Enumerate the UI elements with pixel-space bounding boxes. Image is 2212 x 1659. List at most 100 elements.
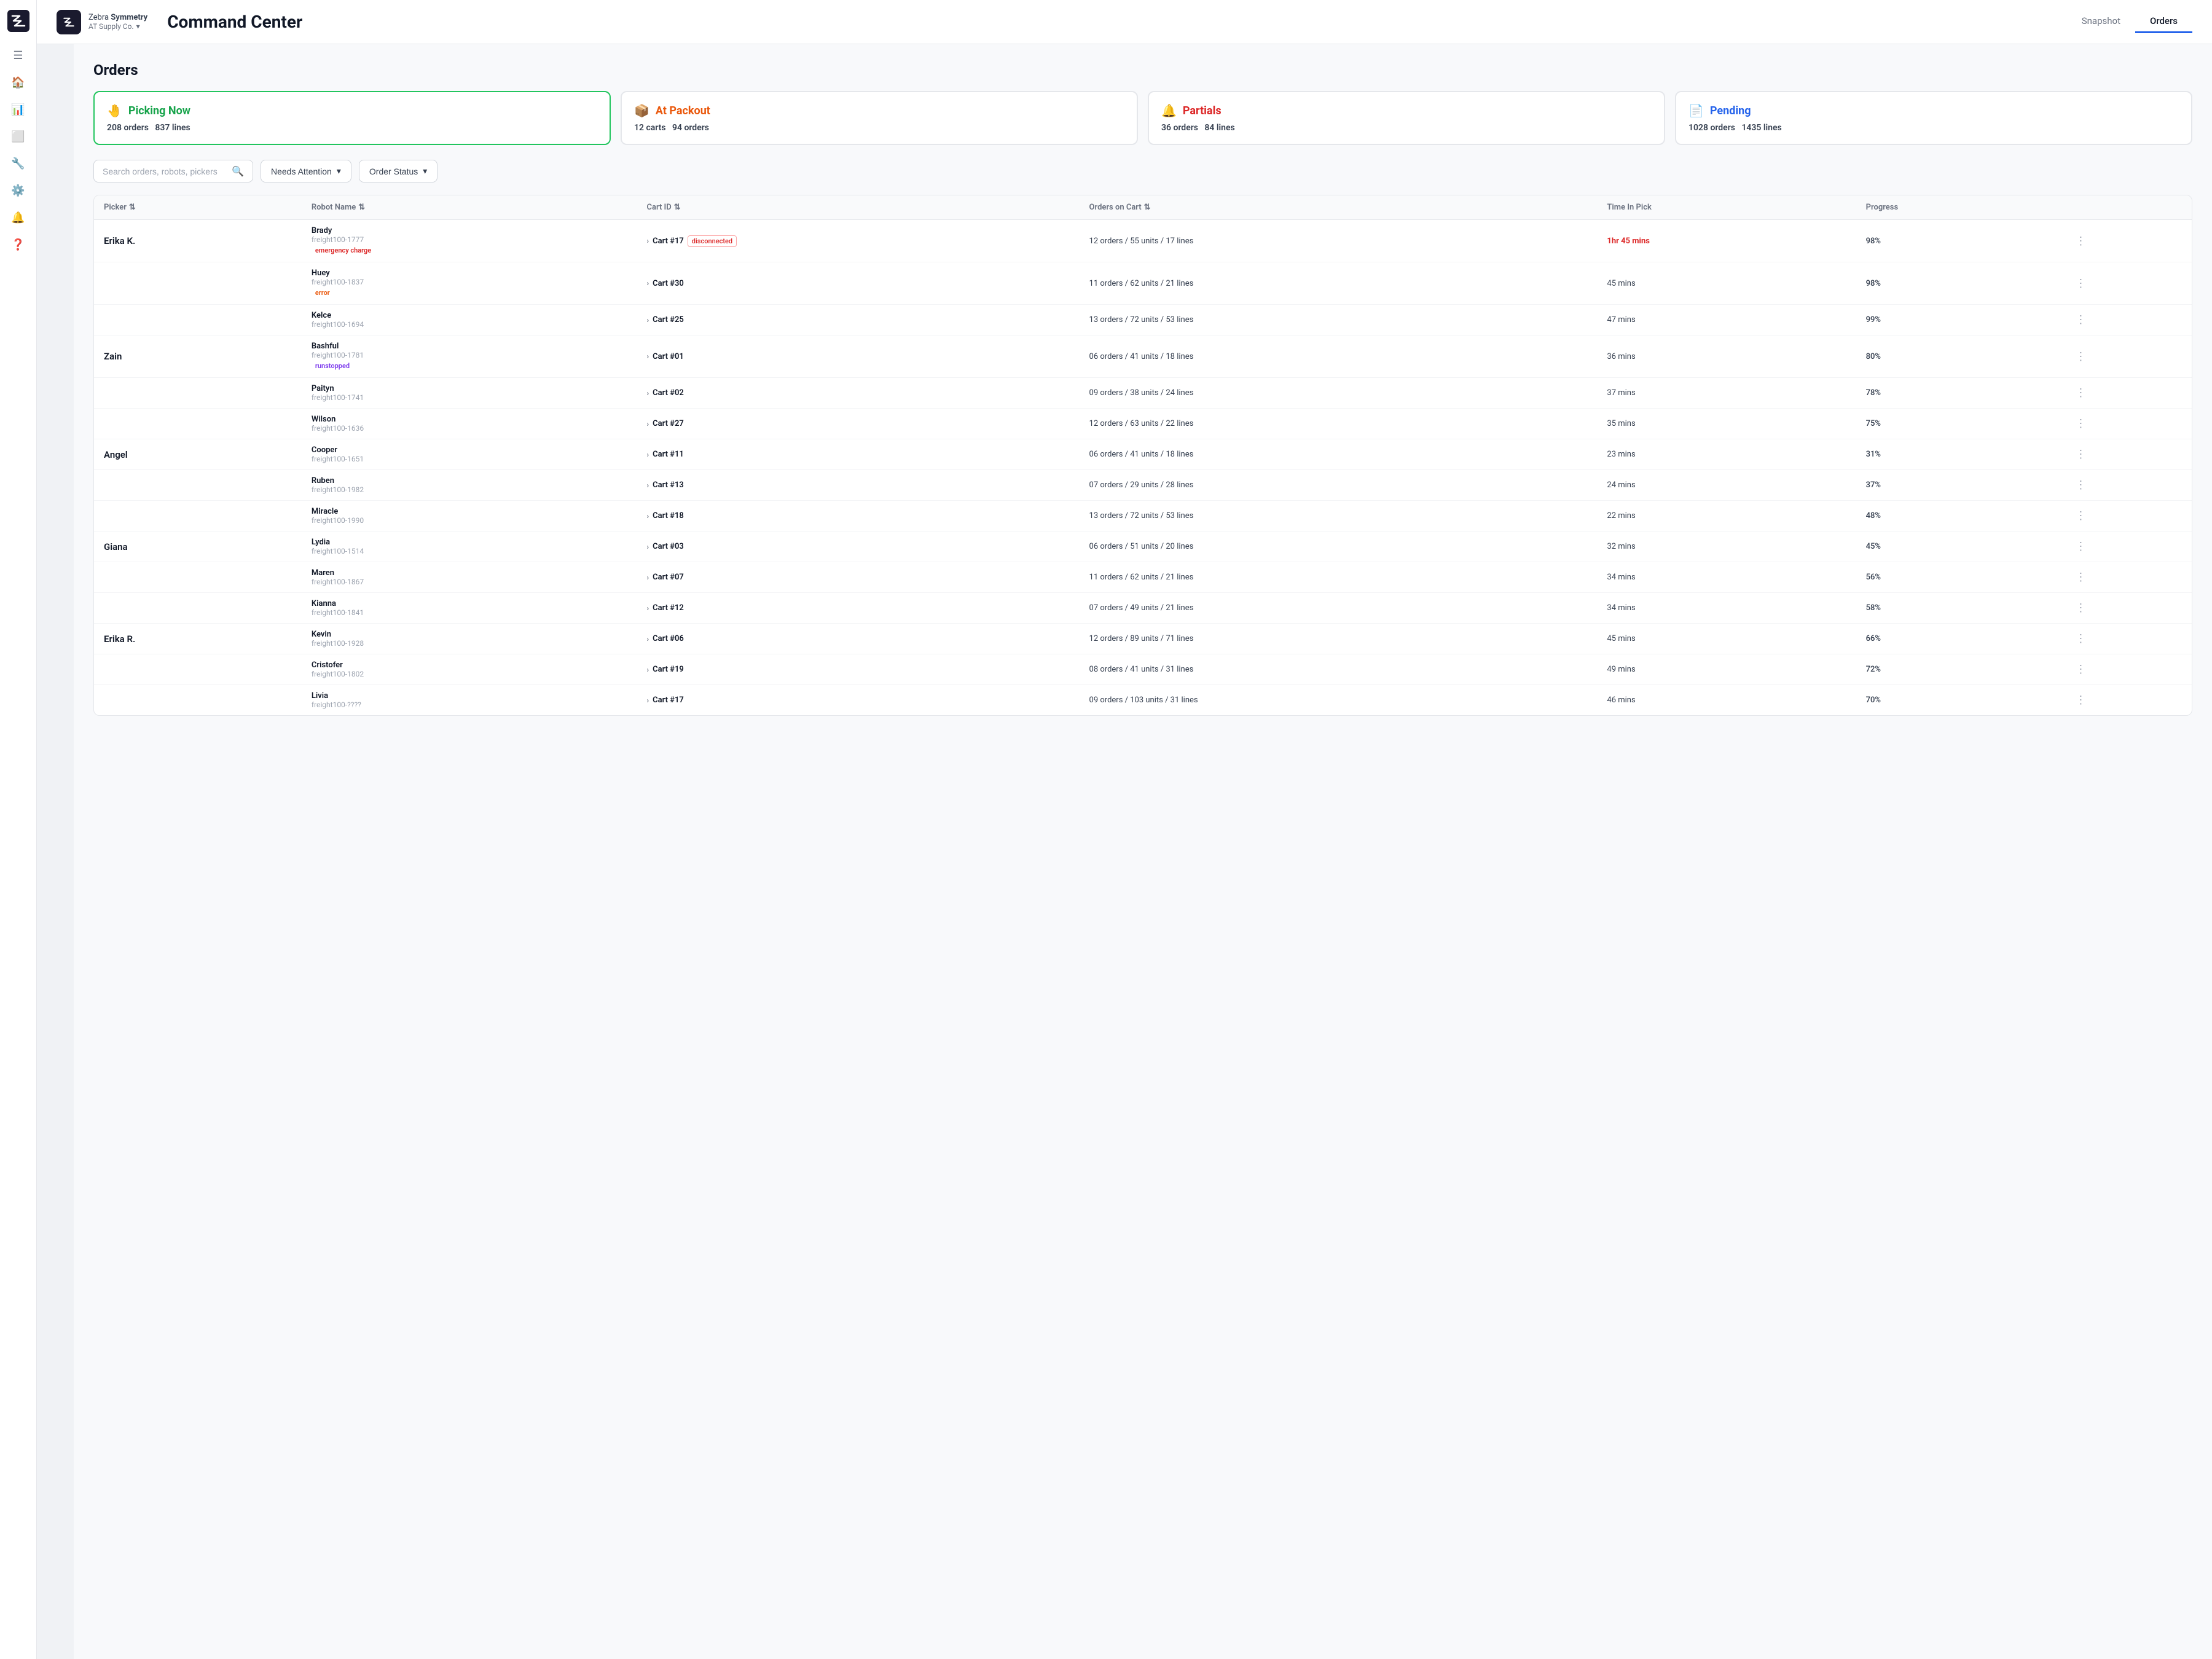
robot-name-cell: Miracle freight100-1990 <box>302 501 637 531</box>
picker-cell <box>94 470 302 501</box>
cart-expand-icon[interactable]: › <box>646 604 649 613</box>
orders-on-cart-cell: 07 orders / 49 units / 21 lines <box>1080 593 1598 624</box>
brand-company[interactable]: AT Supply Co. ▾ <box>88 22 147 31</box>
search-input[interactable] <box>103 167 227 176</box>
row-menu-button[interactable]: ⋮ <box>2075 663 2087 676</box>
row-menu-button[interactable]: ⋮ <box>2075 313 2087 326</box>
cart-number: Cart #01 <box>653 352 684 361</box>
cart-expand-icon[interactable]: › <box>646 279 649 288</box>
progress-value: 72% <box>1866 665 1881 674</box>
row-menu-button[interactable]: ⋮ <box>2075 386 2087 399</box>
cart-id-label[interactable]: › Cart #17 <box>646 696 1069 705</box>
cart-sort-icon: ⇅ <box>674 203 681 212</box>
orders-on-cart-cell: 11 orders / 62 units / 21 lines <box>1080 262 1598 305</box>
cart-id-label[interactable]: › Cart #01 <box>646 352 1069 361</box>
cart-id-label[interactable]: › Cart #17 disconnected <box>646 235 1069 247</box>
cart-id-label[interactable]: › Cart #25 <box>646 315 1069 324</box>
order-status-filter[interactable]: Order Status ▾ <box>359 160 437 182</box>
row-menu-button[interactable]: ⋮ <box>2075 479 2087 492</box>
row-menu-button[interactable]: ⋮ <box>2075 509 2087 522</box>
sidebar-home-icon[interactable]: 🏠 <box>7 71 29 93</box>
cart-expand-icon[interactable]: › <box>646 512 649 520</box>
cart-expand-icon[interactable]: › <box>646 316 649 324</box>
cart-expand-icon[interactable]: › <box>646 481 649 490</box>
partials-orders: 36 orders <box>1161 123 1198 133</box>
cart-expand-icon[interactable]: › <box>646 543 649 551</box>
picker-name: Erika R. <box>104 633 135 645</box>
row-menu-button[interactable]: ⋮ <box>2075 277 2087 290</box>
card-partials[interactable]: 🔔 Partials 36 orders 84 lines <box>1148 91 1665 145</box>
card-picking-now[interactable]: 🤚 Picking Now 208 orders 837 lines <box>93 91 611 145</box>
picking-now-orders: 208 orders <box>107 123 149 133</box>
robot-name-label: Cristofer <box>312 661 627 670</box>
orders-on-cart-value: 13 orders / 72 units / 53 lines <box>1089 315 1194 324</box>
cart-expand-icon[interactable]: › <box>646 389 649 398</box>
cart-number: Cart #07 <box>653 573 684 582</box>
sidebar-tools-icon[interactable]: 🔧 <box>7 152 29 175</box>
cart-expand-icon[interactable]: › <box>646 450 649 459</box>
orders-on-cart-value: 07 orders / 49 units / 21 lines <box>1089 603 1194 613</box>
order-status-label: Order Status <box>369 167 418 176</box>
sidebar-modules-icon[interactable]: ⬜ <box>7 125 29 147</box>
card-at-packout[interactable]: 📦 At Packout 12 carts 94 orders <box>621 91 1138 145</box>
row-menu-button[interactable]: ⋮ <box>2075 448 2087 461</box>
row-menu-button[interactable]: ⋮ <box>2075 694 2087 707</box>
cart-id-label[interactable]: › Cart #02 <box>646 388 1069 398</box>
tab-snapshot[interactable]: Snapshot <box>2067 10 2135 33</box>
cart-expand-icon[interactable]: › <box>646 573 649 582</box>
cart-id-label[interactable]: › Cart #13 <box>646 480 1069 490</box>
cart-expand-icon[interactable]: › <box>646 665 649 674</box>
orders-on-cart-cell: 08 orders / 41 units / 31 lines <box>1080 654 1598 685</box>
time-in-pick-value: 1hr 45 mins <box>1607 237 1650 246</box>
progress-cell: 80% <box>1856 335 2066 378</box>
cart-expand-icon[interactable]: › <box>646 237 649 245</box>
at-packout-title: At Packout <box>656 104 710 117</box>
row-menu-button[interactable]: ⋮ <box>2075 235 2087 248</box>
cart-id-label[interactable]: › Cart #03 <box>646 542 1069 551</box>
cart-expand-icon[interactable]: › <box>646 635 649 643</box>
robot-name-cell: Bashful freight100-1781 runstopped <box>302 335 637 378</box>
cart-id-label[interactable]: › Cart #06 <box>646 634 1069 643</box>
row-menu-button[interactable]: ⋮ <box>2075 632 2087 645</box>
cart-id-label[interactable]: › Cart #30 <box>646 279 1069 288</box>
progress-cell: 72% <box>1856 654 2066 685</box>
sidebar-analytics-icon[interactable]: 📊 <box>7 98 29 120</box>
time-in-pick-cell: 45 mins <box>1597 624 1856 654</box>
cart-sort[interactable]: Cart ID ⇅ <box>646 203 680 212</box>
sidebar-help-icon[interactable]: ❓ <box>7 233 29 256</box>
row-menu-button[interactable]: ⋮ <box>2075 571 2087 584</box>
cart-id-label[interactable]: › Cart #12 <box>646 603 1069 613</box>
at-packout-carts: 12 carts <box>634 123 666 133</box>
card-pending[interactable]: 📄 Pending 1028 orders 1435 lines <box>1675 91 2192 145</box>
tab-orders[interactable]: Orders <box>2135 10 2192 33</box>
robot-id-label: freight100-???? <box>312 700 627 709</box>
cart-id-label[interactable]: › Cart #27 <box>646 419 1069 428</box>
cart-expand-icon[interactable]: › <box>646 420 649 428</box>
picker-sort[interactable]: Picker ⇅ <box>104 203 136 212</box>
search-box[interactable]: 🔍 <box>93 160 253 182</box>
progress-cell: 48% <box>1856 501 2066 531</box>
row-menu-button[interactable]: ⋮ <box>2075 540 2087 553</box>
picking-now-icon: 🤚 <box>107 103 122 118</box>
progress-cell: 78% <box>1856 378 2066 409</box>
needs-attention-filter[interactable]: Needs Attention ▾ <box>261 160 351 182</box>
row-menu-button[interactable]: ⋮ <box>2075 417 2087 430</box>
robot-sort[interactable]: Robot Name ⇅ <box>312 203 365 212</box>
sidebar-menu-icon[interactable]: ☰ <box>7 44 29 66</box>
cart-id-label[interactable]: › Cart #07 <box>646 573 1069 582</box>
progress-value: 45% <box>1866 542 1881 551</box>
cart-id-label[interactable]: › Cart #19 <box>646 665 1069 674</box>
robot-id-label: freight100-1867 <box>312 578 627 586</box>
cart-expand-icon[interactable]: › <box>646 352 649 361</box>
orders-on-cart-cell: 07 orders / 29 units / 28 lines <box>1080 470 1598 501</box>
row-menu-button[interactable]: ⋮ <box>2075 350 2087 363</box>
row-menu-button[interactable]: ⋮ <box>2075 602 2087 614</box>
cart-id-label[interactable]: › Cart #11 <box>646 450 1069 459</box>
sidebar-settings-icon[interactable]: ⚙️ <box>7 179 29 202</box>
sidebar-notifications-icon[interactable]: 🔔 <box>7 206 29 229</box>
orders-on-cart-sort[interactable]: Orders on Cart ⇅ <box>1089 203 1151 212</box>
cart-expand-icon[interactable]: › <box>646 696 649 705</box>
cart-id-cell: › Cart #25 <box>637 305 1079 335</box>
cart-id-label[interactable]: › Cart #18 <box>646 511 1069 520</box>
table-body: Erika K. Brady freight100-1777 emergency… <box>94 220 2192 716</box>
